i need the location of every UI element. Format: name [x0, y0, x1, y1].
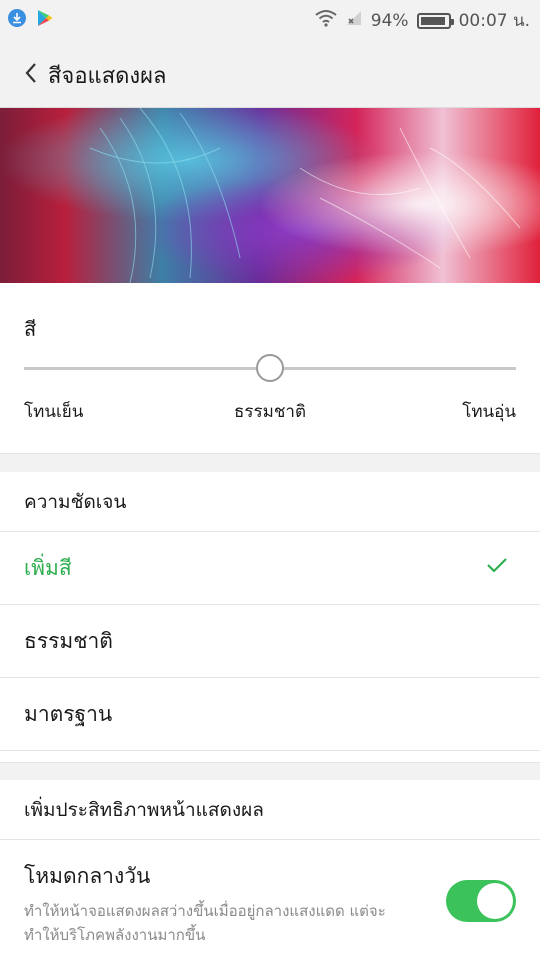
download-icon — [8, 9, 26, 27]
option-label: มาตรฐาน — [24, 701, 113, 726]
toggle-knob — [477, 883, 513, 919]
status-indicators: 94% 00:07 น. — [315, 7, 530, 34]
option-natural[interactable]: ธรรมชาติ — [0, 605, 540, 678]
natural-tone-label: ธรรมชาติ — [234, 402, 306, 422]
day-mode-title: โหมดกลางวัน — [24, 864, 151, 888]
day-mode-description: ทำให้หน้าจอแสดงผลสว่างขึ้นเมื่ออยู่กลางแ… — [24, 902, 386, 944]
section-divider — [0, 762, 540, 780]
wifi-icon — [315, 9, 337, 32]
status-bar: 94% 00:07 น. — [0, 0, 540, 38]
color-temperature-section: สี โทนเย็น ธรรมชาติ โทนอุ่น — [0, 283, 540, 453]
option-label: เพิ่มสี — [24, 555, 72, 580]
app-bar: สีจอแสดงผล — [0, 38, 540, 108]
page-title: สีจอแสดงผล — [48, 64, 167, 89]
chevron-left-icon — [25, 63, 36, 83]
play-store-icon — [36, 9, 54, 27]
clock: 00:07 น. — [458, 11, 530, 31]
day-mode-toggle[interactable] — [446, 880, 516, 922]
battery-level — [420, 16, 446, 25]
enhance-header: เพิ่มประสิทธิภาพหน้าแสดงผล — [0, 780, 540, 840]
clarity-header: ความชัดเจน — [0, 472, 540, 532]
option-label: ธรรมชาติ — [24, 628, 113, 653]
back-button[interactable] — [16, 58, 46, 88]
display-enhance-section: เพิ่มประสิทธิภาพหน้าแสดงผล โหมดกลางวัน ท… — [0, 780, 540, 960]
color-label: สี — [24, 317, 37, 341]
notification-icons — [8, 9, 54, 27]
slider-thumb[interactable] — [256, 354, 284, 382]
battery-percent: 94% — [370, 10, 409, 31]
battery-icon — [416, 12, 454, 29]
color-preview-image — [0, 108, 540, 283]
checkmark-icon — [487, 558, 507, 573]
section-divider — [0, 453, 540, 472]
signal-icon — [345, 9, 363, 32]
clarity-section: ความชัดเจน เพิ่มสี ธรรมชาติ มาตรฐาน — [0, 472, 540, 751]
option-standard[interactable]: มาตรฐาน — [0, 678, 540, 751]
warm-tone-label: โทนอุ่น — [462, 402, 516, 422]
option-vivid[interactable]: เพิ่มสี — [0, 532, 540, 605]
day-mode-row[interactable]: โหมดกลางวัน ทำให้หน้าจอแสดงผลสว่างขึ้นเม… — [0, 840, 540, 960]
